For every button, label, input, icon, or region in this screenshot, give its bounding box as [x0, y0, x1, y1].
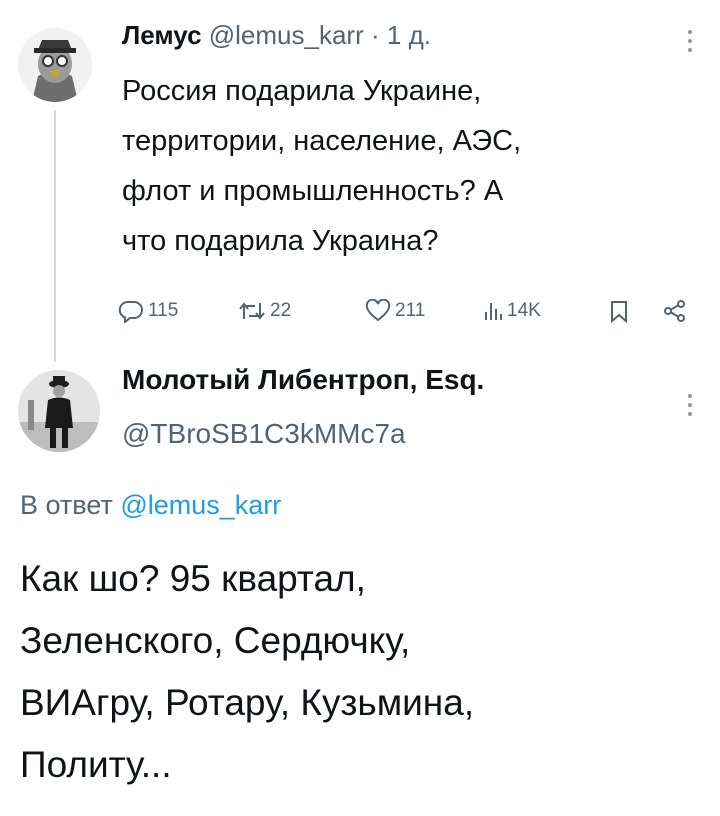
- avatar[interactable]: [18, 370, 100, 452]
- tweet-text-line: Политу...: [20, 744, 172, 785]
- reply-prefix: В ответ: [20, 490, 113, 520]
- tweet-header: Лемус @lemus_karr · 1 д.: [122, 20, 431, 51]
- tweet-text-line: территории, население, АЭС,: [122, 125, 522, 157]
- share-button[interactable]: [663, 293, 687, 329]
- retweet-count: 22: [270, 300, 292, 321]
- tweet-text: Россия подарила Украине, территории, нас…: [122, 66, 682, 266]
- heart-icon: [365, 299, 391, 323]
- reply-button[interactable]: 115: [118, 293, 178, 329]
- views-count: 14K: [507, 300, 541, 321]
- author-handle[interactable]: @lemus_karr: [209, 20, 364, 50]
- separator: ·: [370, 20, 380, 50]
- more-vertical-icon[interactable]: [686, 392, 694, 418]
- author-handle[interactable]: @TBroSB1C3kMMc7a: [122, 418, 406, 450]
- avatar[interactable]: [18, 28, 92, 102]
- timestamp[interactable]: 1 д.: [387, 20, 431, 50]
- reply-icon: [118, 299, 144, 323]
- tweet-text-line: Россия подарила Украине,: [122, 75, 482, 107]
- tweet-text-line: Зеленского, Сердючку,: [20, 620, 411, 661]
- bookmark-button[interactable]: [608, 293, 630, 329]
- reply-context: В ответ @lemus_karr: [20, 490, 281, 521]
- tweet-text-line: что подарила Украина?: [122, 225, 439, 257]
- retweet-button[interactable]: 22: [238, 293, 291, 329]
- like-button[interactable]: 211: [365, 293, 425, 329]
- thread-line: [54, 110, 56, 362]
- views-icon: [483, 299, 503, 323]
- reply-count: 115: [148, 300, 179, 321]
- author-name[interactable]: Молотый Либентроп, Esq.: [122, 364, 484, 396]
- tweet-text: Как шо? 95 квартал, Зеленского, Сердючку…: [20, 548, 700, 796]
- author-name[interactable]: Лемус: [122, 20, 202, 50]
- bookmark-icon: [608, 299, 630, 323]
- like-count: 211: [395, 300, 426, 321]
- retweet-icon: [238, 299, 266, 323]
- tweet-text-line: Как шо? 95 квартал,: [20, 558, 366, 599]
- tweet-text-line: ВИАгру, Ротару, Кузьмина,: [20, 682, 475, 723]
- more-vertical-icon[interactable]: [686, 28, 694, 54]
- action-bar: 115 22 211 14K: [118, 293, 718, 333]
- views-button[interactable]: 14K: [483, 293, 541, 329]
- share-icon: [663, 299, 687, 323]
- tweet-text-line: флот и промышленность? А: [122, 175, 504, 207]
- reply-mention-link[interactable]: @lemus_karr: [120, 490, 281, 520]
